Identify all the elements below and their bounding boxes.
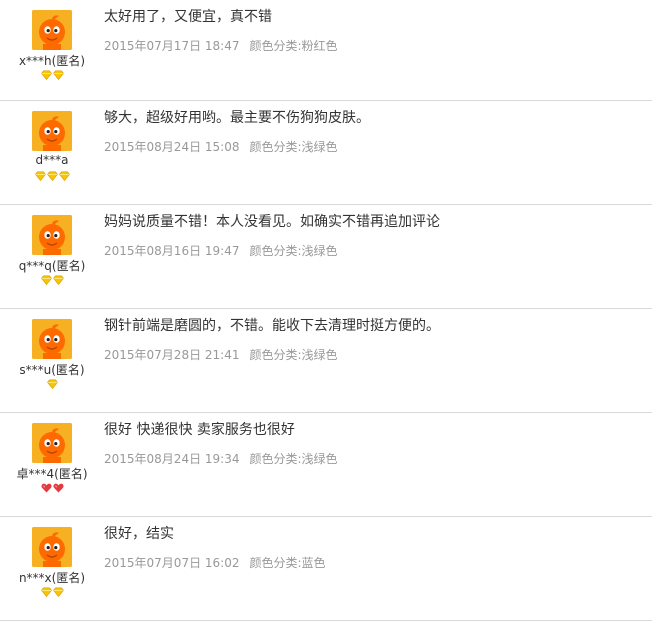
review-item: x***h(匿名) 太好用了，又便宜，真不错 2015年07月17日 18:47… (0, 0, 652, 101)
review-meta: 2015年07月07日 16:02 颜色分类:蓝色 (104, 554, 326, 571)
buyer-credit-level (0, 275, 104, 287)
review-meta: 2015年07月17日 18:47 颜色分类:粉红色 (104, 37, 338, 54)
yellow-diamond-icon (52, 275, 64, 285)
review-sku: 颜色分类:浅绿色 (249, 244, 338, 258)
review-item: n***x(匿名) 很好，结实 2015年07月07日 16:02 颜色分类:蓝色 (0, 517, 652, 621)
reviewer-name[interactable]: s***u(匿名) (0, 361, 104, 378)
review-sku: 颜色分类:粉红色 (249, 39, 338, 53)
review-content: 很好，结实 (104, 526, 174, 542)
review-content: 太好用了，又便宜，真不错 (104, 9, 272, 25)
yellow-diamond-icon (46, 379, 58, 389)
yellow-diamond-icon (52, 70, 64, 80)
user-avatar-icon[interactable] (32, 527, 72, 567)
reviewer-name[interactable]: x***h(匿名) (0, 52, 104, 69)
review-date: 2015年07月17日 18:47 (104, 39, 240, 53)
user-avatar-icon[interactable] (32, 319, 72, 359)
review-date: 2015年07月28日 21:41 (104, 348, 240, 362)
reviewer-name[interactable]: n***x(匿名) (0, 569, 104, 586)
review-sku: 颜色分类:浅绿色 (249, 348, 338, 362)
buyer-credit-level (0, 483, 104, 495)
yellow-diamond-icon (58, 171, 70, 181)
review-sku: 颜色分类:浅绿色 (249, 452, 338, 466)
yellow-diamond-icon (52, 587, 64, 597)
yellow-diamond-icon (46, 171, 58, 181)
red-heart-icon (52, 483, 64, 493)
review-date: 2015年08月24日 15:08 (104, 140, 240, 154)
review-sku: 颜色分类:浅绿色 (249, 140, 338, 154)
yellow-diamond-icon (40, 587, 52, 597)
review-date: 2015年08月16日 19:47 (104, 244, 240, 258)
review-date: 2015年07月07日 16:02 (104, 556, 240, 570)
review-item: q***q(匿名) 妈妈说质量不错！本人没看见。如确实不错再追加评论 2015年… (0, 205, 652, 309)
reviewer-name[interactable]: q***q(匿名) (0, 257, 104, 274)
review-item: 卓***4(匿名) 很好 快递很快 卖家服务也很好 2015年08月24日 19… (0, 413, 652, 517)
user-avatar-icon[interactable] (32, 423, 72, 463)
yellow-diamond-icon (40, 70, 52, 80)
review-meta: 2015年08月16日 19:47 颜色分类:浅绿色 (104, 242, 338, 259)
review-content: 很好 快递很快 卖家服务也很好 (104, 422, 295, 438)
review-meta: 2015年08月24日 15:08 颜色分类:浅绿色 (104, 138, 338, 155)
buyer-credit-level (0, 70, 104, 82)
review-date: 2015年08月24日 19:34 (104, 452, 240, 466)
yellow-diamond-icon (34, 171, 46, 181)
reviewer-name[interactable]: 卓***4(匿名) (0, 465, 104, 482)
review-content: 钢针前端是磨圆的，不错。能收下去清理时挺方便的。 (104, 318, 440, 334)
review-list: x***h(匿名) 太好用了，又便宜，真不错 2015年07月17日 18:47… (0, 0, 652, 621)
buyer-credit-level (0, 379, 104, 391)
buyer-credit-level (0, 587, 104, 599)
user-avatar-icon[interactable] (32, 10, 72, 50)
review-meta: 2015年08月24日 19:34 颜色分类:浅绿色 (104, 450, 338, 467)
buyer-credit-level (0, 171, 104, 183)
reviewer-name[interactable]: d***a (0, 153, 104, 167)
review-content: 够大，超级好用哟。最主要不伤狗狗皮肤。 (104, 110, 370, 126)
user-avatar-icon[interactable] (32, 215, 72, 255)
review-sku: 颜色分类:蓝色 (249, 556, 326, 570)
red-heart-icon (40, 483, 52, 493)
review-item: s***u(匿名) 钢针前端是磨圆的，不错。能收下去清理时挺方便的。 2015年… (0, 309, 652, 413)
review-item: d***a 够大，超级好用哟。最主要不伤狗狗皮肤。 2015年08月24日 15… (0, 101, 652, 205)
user-avatar-icon[interactable] (32, 111, 72, 151)
yellow-diamond-icon (40, 275, 52, 285)
review-meta: 2015年07月28日 21:41 颜色分类:浅绿色 (104, 346, 338, 363)
review-content: 妈妈说质量不错！本人没看见。如确实不错再追加评论 (104, 214, 440, 230)
